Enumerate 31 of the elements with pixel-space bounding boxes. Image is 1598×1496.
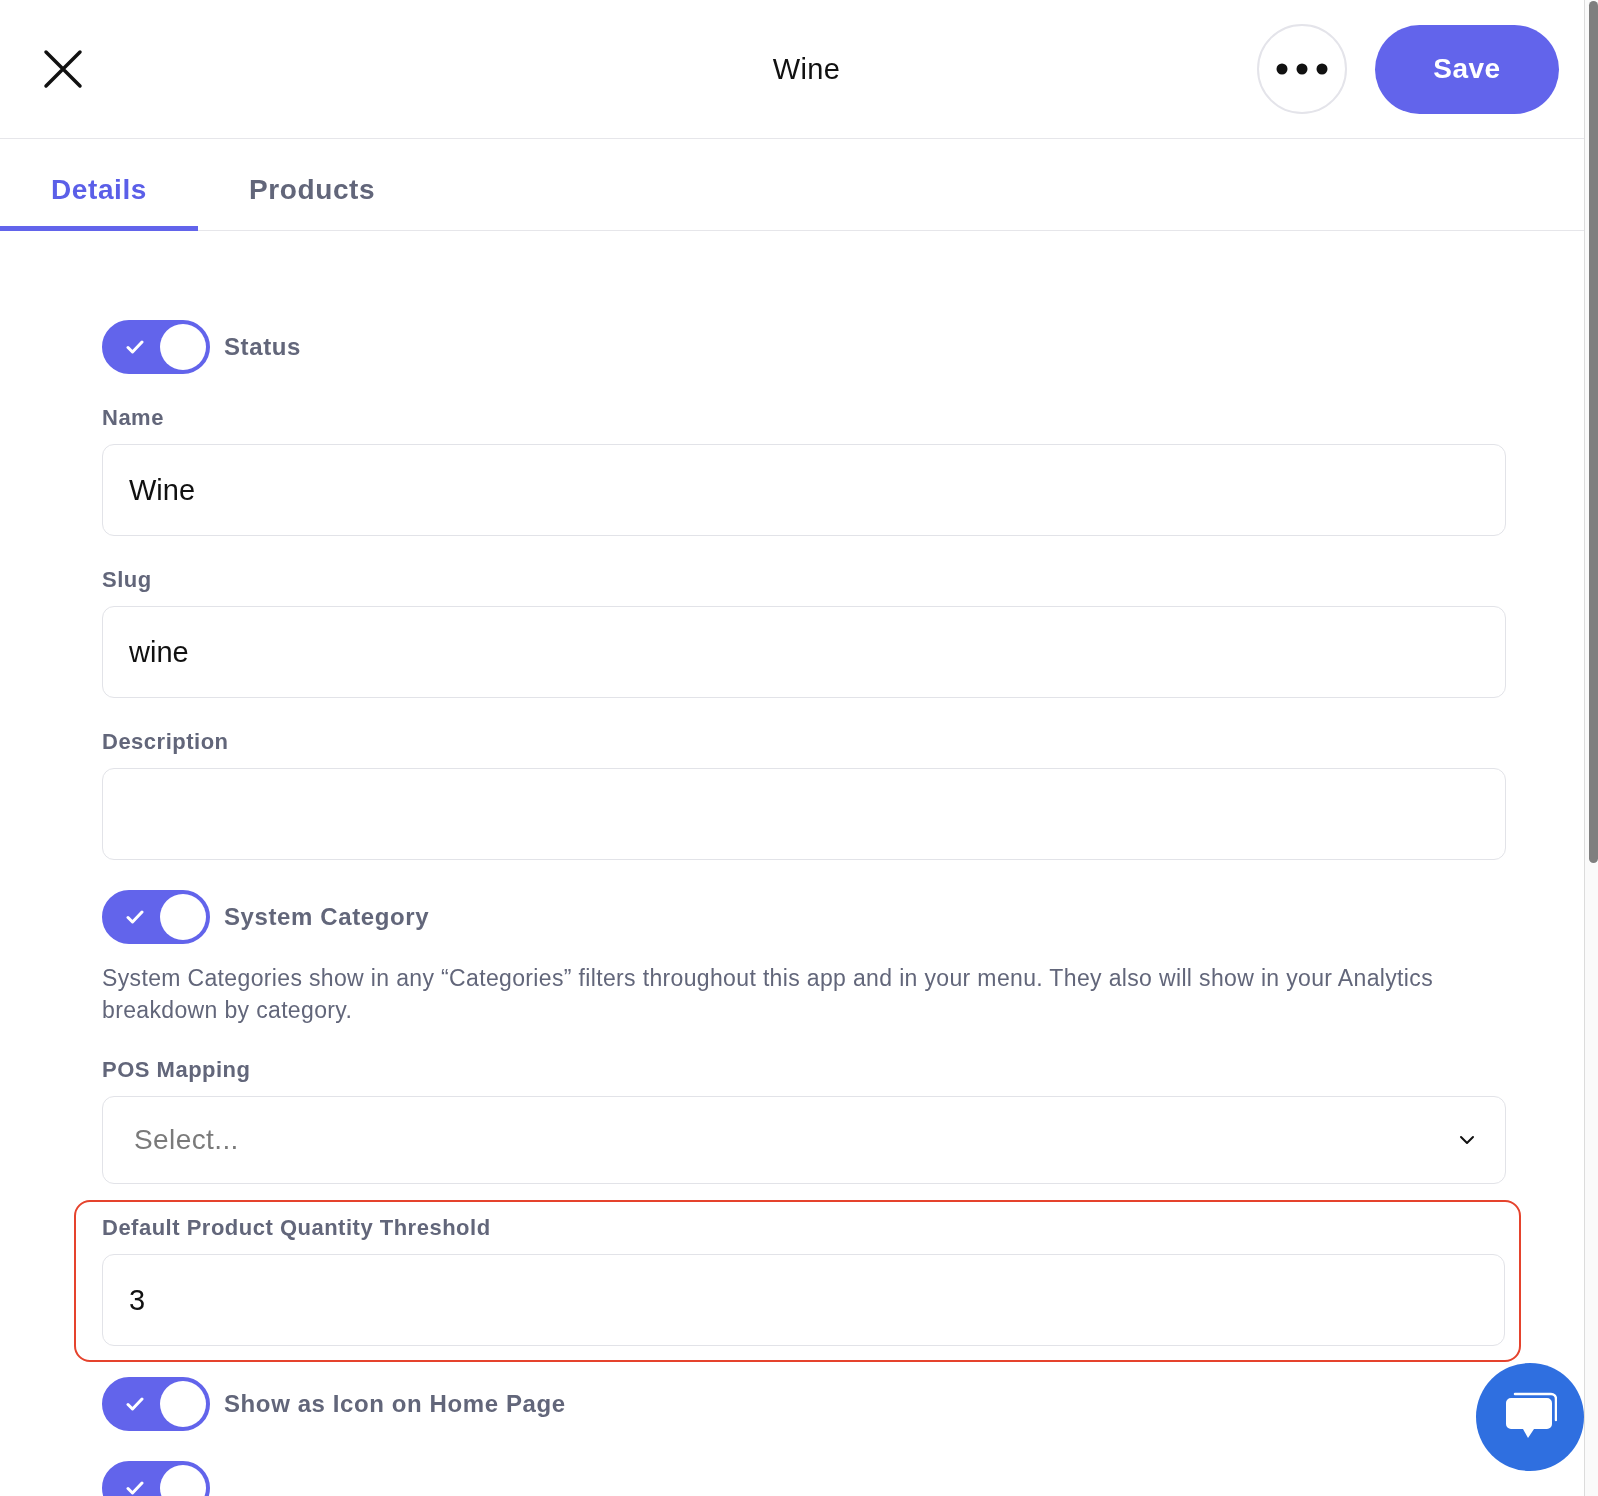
toggle-switch[interactable]	[102, 320, 210, 374]
toggle-switch[interactable]	[102, 890, 210, 944]
select-field[interactable]: Select...	[102, 1096, 1506, 1184]
check-icon	[126, 1481, 144, 1495]
check-icon	[126, 340, 144, 354]
field-label: Description	[102, 728, 229, 756]
tab[interactable]: Products	[198, 139, 427, 231]
field-label: POS Mapping	[102, 1056, 251, 1084]
help-text: System Categories show in any “Categories” filters throughout this app and in your menu. They also will show in your Analytics breakdown by category.	[102, 964, 1435, 1025]
field-label: Name	[102, 404, 164, 432]
scrollbar-thumb[interactable]	[1589, 1, 1598, 863]
text-input[interactable]: wine	[102, 606, 1506, 698]
toggle-label: System Category	[224, 903, 430, 931]
scrollbar[interactable]	[1584, 0, 1598, 1496]
toggle-label: Status	[224, 333, 301, 361]
field-label: Slug	[102, 566, 152, 594]
tab[interactable]: Details	[0, 139, 199, 231]
field-label: Default Product Quantity Threshold	[102, 1214, 491, 1242]
check-icon	[126, 910, 144, 924]
text-input[interactable]: Wine	[102, 444, 1506, 536]
text-input[interactable]: 3	[102, 1254, 1505, 1346]
text-input[interactable]	[102, 768, 1506, 860]
toggle-label: Show as Icon on Home Page	[224, 1390, 566, 1418]
chevron-down-icon	[1459, 1135, 1475, 1145]
check-icon	[126, 1397, 144, 1411]
page-title: Wine	[771, 52, 841, 86]
close-icon	[43, 49, 83, 89]
toggle-switch[interactable]	[102, 1377, 210, 1431]
save-button[interactable]: Save	[1375, 24, 1559, 114]
close-button[interactable]	[42, 48, 84, 90]
more-icon	[1276, 63, 1328, 75]
